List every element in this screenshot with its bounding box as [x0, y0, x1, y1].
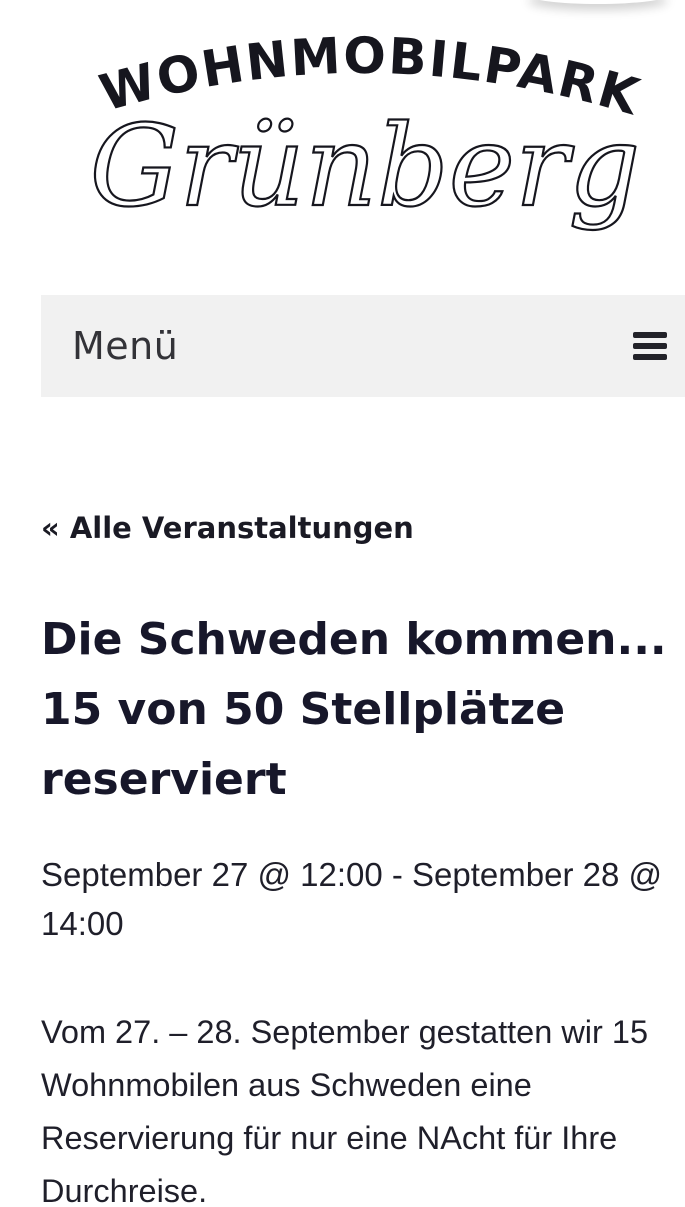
event-title: Die Schweden kommen... 15 von 50 Stellpl… — [41, 614, 667, 805]
hamburger-line — [633, 332, 667, 338]
logo-graphic: WOHNMOBILPARK Grünberg — [89, 27, 645, 233]
menu-label: Menü — [72, 324, 179, 368]
top-shadow-fragment — [528, 0, 668, 4]
all-events-link[interactable]: « Alle Veranstaltungen — [41, 511, 414, 545]
event-date: September 27 @ 12:00 - September 28 @ 14… — [41, 856, 663, 942]
menu-toggle-bar[interactable]: Menü — [41, 295, 685, 397]
hamburger-line — [633, 343, 667, 349]
logo-script-text: Grünberg — [90, 102, 640, 232]
event-description: Vom 27. – 28. September gestatten wir 15… — [41, 1014, 649, 1207]
hamburger-line — [633, 354, 667, 360]
hamburger-icon[interactable] — [633, 332, 667, 360]
page: WOHNMOBILPARK Grünberg Menü « Alle Veran… — [0, 0, 685, 1207]
site-logo[interactable]: WOHNMOBILPARK Grünberg — [55, 27, 675, 260]
